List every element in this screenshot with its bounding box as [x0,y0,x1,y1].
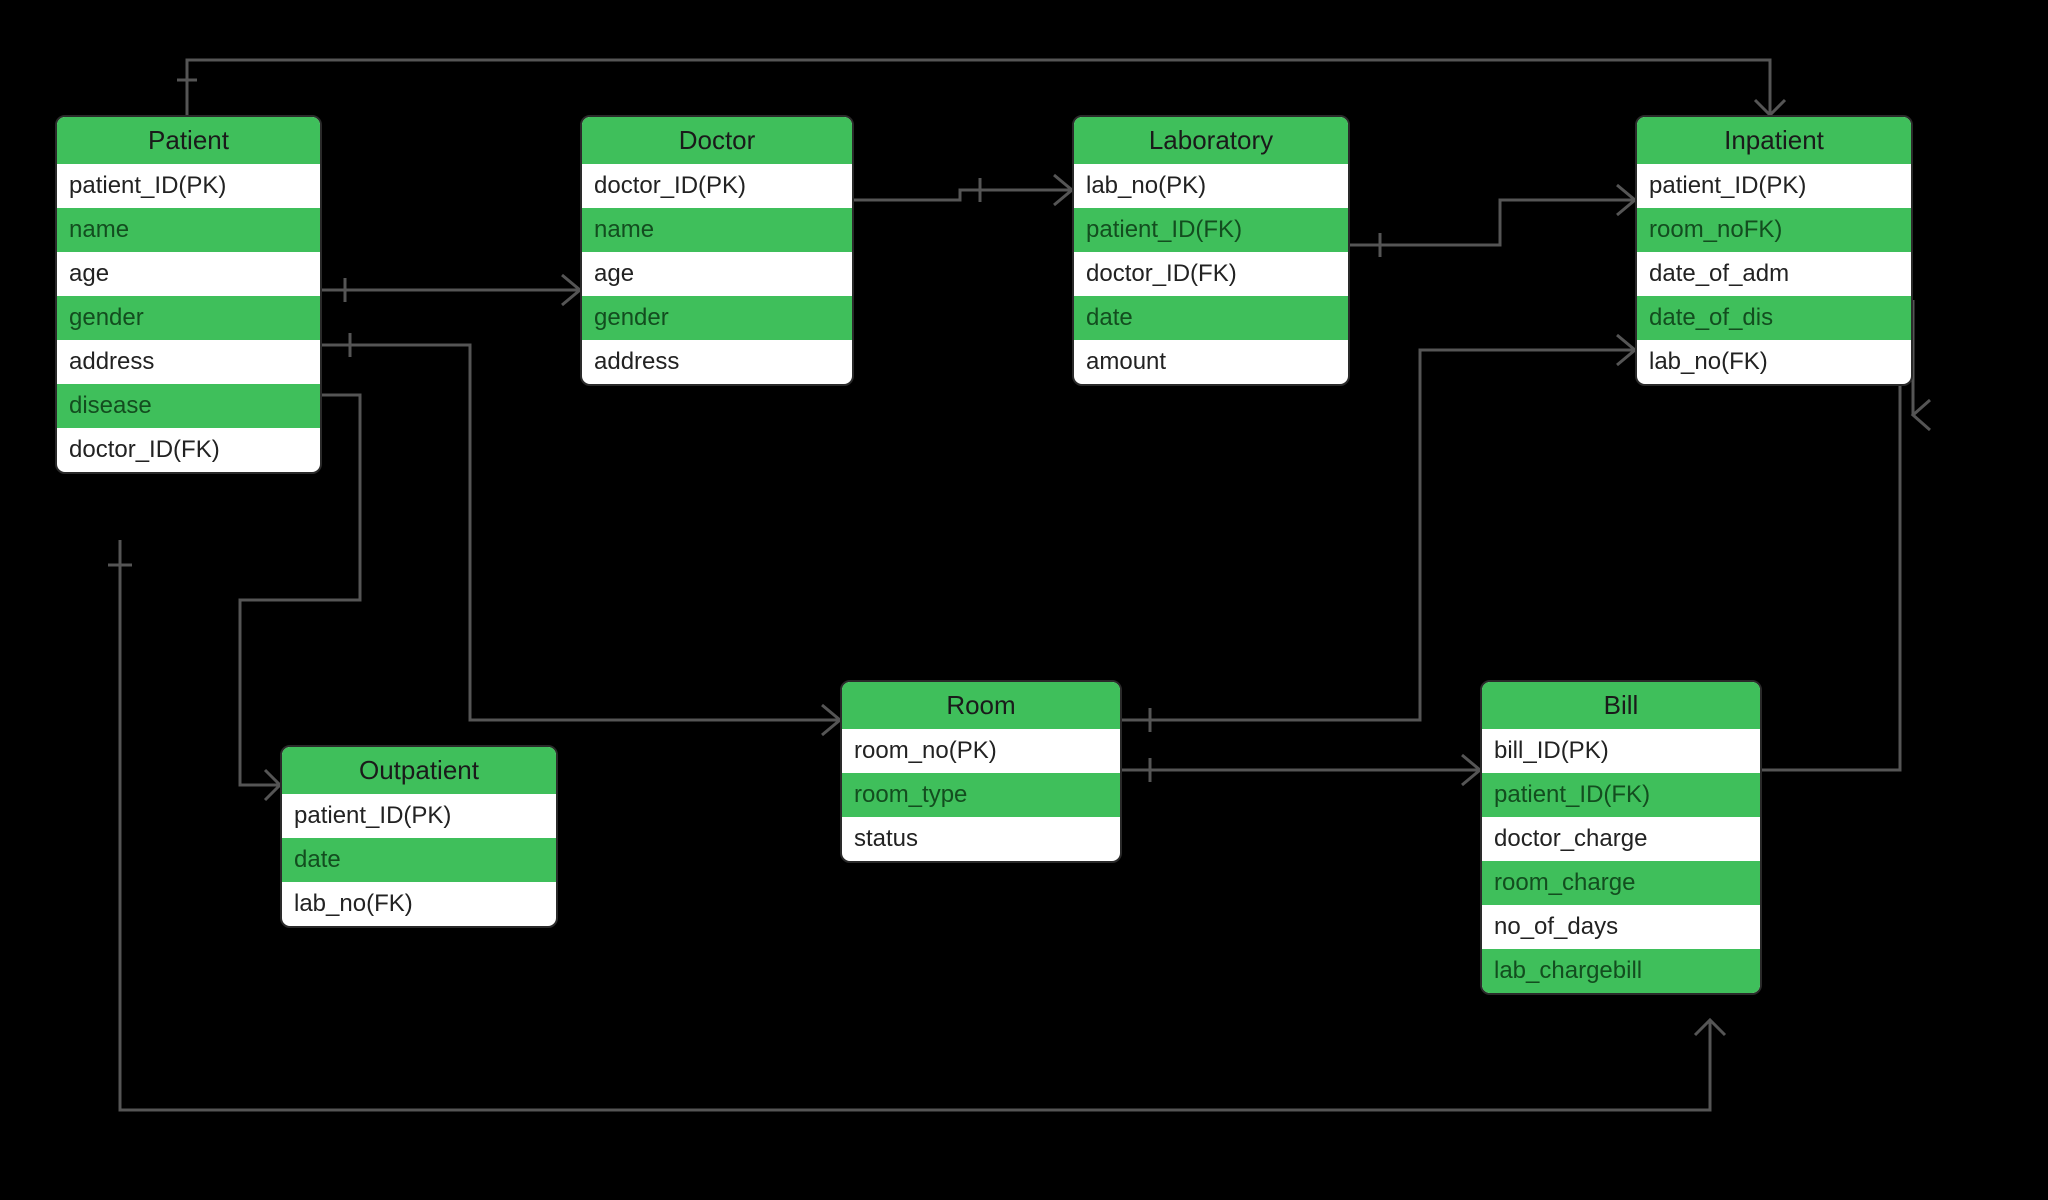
entity-title: Outpatient [282,747,556,794]
entity-bill[interactable]: Bill bill_ID(PK) patient_ID(FK) doctor_c… [1480,680,1762,995]
entity-field: gender [582,296,852,340]
entity-field: disease [57,384,320,428]
entity-field: lab_no(PK) [1074,164,1348,208]
entity-field: room_no(PK) [842,729,1120,773]
entity-field: patient_ID(PK) [1637,164,1911,208]
entity-field: room_type [842,773,1120,817]
entity-field: bill_ID(PK) [1482,729,1760,773]
entity-field: lab_no(FK) [282,882,556,926]
entity-field: room_noFK) [1637,208,1911,252]
entity-field: patient_ID(PK) [282,794,556,838]
entity-field: date [1074,296,1348,340]
entity-field: amount [1074,340,1348,384]
entity-title: Laboratory [1074,117,1348,164]
entity-field: date_of_dis [1637,296,1911,340]
entity-field: date [282,838,556,882]
entity-field: age [57,252,320,296]
entity-title: Inpatient [1637,117,1911,164]
entity-title: Patient [57,117,320,164]
entity-field: gender [57,296,320,340]
entity-field: status [842,817,1120,861]
entity-outpatient[interactable]: Outpatient patient_ID(PK) date lab_no(FK… [280,745,558,928]
entity-room[interactable]: Room room_no(PK) room_type status [840,680,1122,863]
entity-field: doctor_ID(FK) [57,428,320,472]
entity-patient[interactable]: Patient patient_ID(PK) name age gender a… [55,115,322,474]
entity-field: date_of_adm [1637,252,1911,296]
entity-field: address [582,340,852,384]
entity-field: lab_no(FK) [1637,340,1911,384]
entity-field: name [57,208,320,252]
entity-field: patient_ID(PK) [57,164,320,208]
entity-field: doctor_ID(PK) [582,164,852,208]
entity-title: Doctor [582,117,852,164]
entity-field: lab_chargebill [1482,949,1760,993]
er-diagram-canvas: Patient patient_ID(PK) name age gender a… [0,0,2048,1200]
entity-field: patient_ID(FK) [1482,773,1760,817]
entity-inpatient[interactable]: Inpatient patient_ID(PK) room_noFK) date… [1635,115,1913,386]
entity-title: Room [842,682,1120,729]
entity-doctor[interactable]: Doctor doctor_ID(PK) name age gender add… [580,115,854,386]
entity-title: Bill [1482,682,1760,729]
entity-field: no_of_days [1482,905,1760,949]
entity-field: address [57,340,320,384]
entity-field: doctor_charge [1482,817,1760,861]
entity-field: name [582,208,852,252]
entity-field: room_charge [1482,861,1760,905]
entity-laboratory[interactable]: Laboratory lab_no(PK) patient_ID(FK) doc… [1072,115,1350,386]
entity-field: doctor_ID(FK) [1074,252,1348,296]
entity-field: age [582,252,852,296]
entity-field: patient_ID(FK) [1074,208,1348,252]
